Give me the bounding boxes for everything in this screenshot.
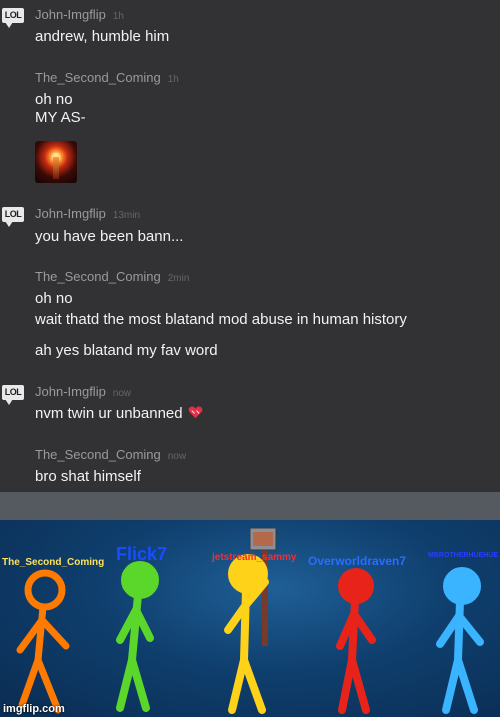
message-text: you have been bann... xyxy=(35,228,184,245)
divider xyxy=(0,492,500,522)
name-tag: Flick7 xyxy=(116,544,168,564)
name-tag: The_Second_Coming xyxy=(2,557,105,568)
yellow-stick-figure xyxy=(224,554,269,714)
timestamp: 13min xyxy=(112,210,141,221)
message-text: oh no xyxy=(35,290,73,307)
name-tag: jetstream_sammy xyxy=(212,552,297,563)
stick-figures-illustration xyxy=(16,527,484,714)
message-text: ah yes blatand my fav word xyxy=(35,342,218,359)
username[interactable]: The_Second_Coming xyxy=(35,70,161,85)
orange-stick-figure xyxy=(16,569,70,714)
username[interactable]: John-Imgflip xyxy=(35,384,106,399)
message-text: wait thatd the most blatand mod abuse in… xyxy=(35,311,407,328)
nuclear-explosion-image[interactable] xyxy=(35,141,77,183)
timestamp: 1h xyxy=(112,11,124,22)
lol-avatar-icon[interactable]: LOL xyxy=(2,385,24,405)
timestamp: 2min xyxy=(167,273,190,284)
message-text: MY AS- xyxy=(35,109,86,126)
heart-emoji-icon xyxy=(188,406,202,419)
message-text: nvm twin ur unbanned xyxy=(35,405,203,422)
name-tag: Overworldraven7 xyxy=(308,554,407,568)
lol-avatar-icon[interactable]: LOL xyxy=(2,207,24,227)
green-stick-figure xyxy=(116,561,159,712)
red-stick-figure xyxy=(336,568,376,714)
stick-figure-meme-image: The_Second_Coming Flick7 jetstream_sammy… xyxy=(0,520,500,717)
message-text: andrew, humble him xyxy=(35,28,170,45)
message-text-content: nvm twin ur unbanned xyxy=(35,405,183,422)
username[interactable]: The_Second_Coming xyxy=(35,269,161,284)
blue-stick-figure xyxy=(436,567,484,714)
message-text: oh no xyxy=(35,91,73,108)
imgflip-watermark: imgflip.com xyxy=(3,703,65,715)
timestamp: now xyxy=(112,388,132,399)
username[interactable]: John-Imgflip xyxy=(35,7,106,22)
username[interactable]: John-Imgflip xyxy=(35,206,106,221)
message-text: bro shat himself xyxy=(35,468,141,485)
name-tag: MBROTHERHUEHUE xyxy=(428,552,498,559)
lol-avatar-icon[interactable]: LOL xyxy=(2,8,24,28)
chat-panel: LOL John-Imgflip 1h andrew, humble him Th… xyxy=(0,0,500,492)
timestamp: now xyxy=(167,451,187,462)
timestamp: 1h xyxy=(167,74,179,85)
username[interactable]: The_Second_Coming xyxy=(35,447,161,462)
